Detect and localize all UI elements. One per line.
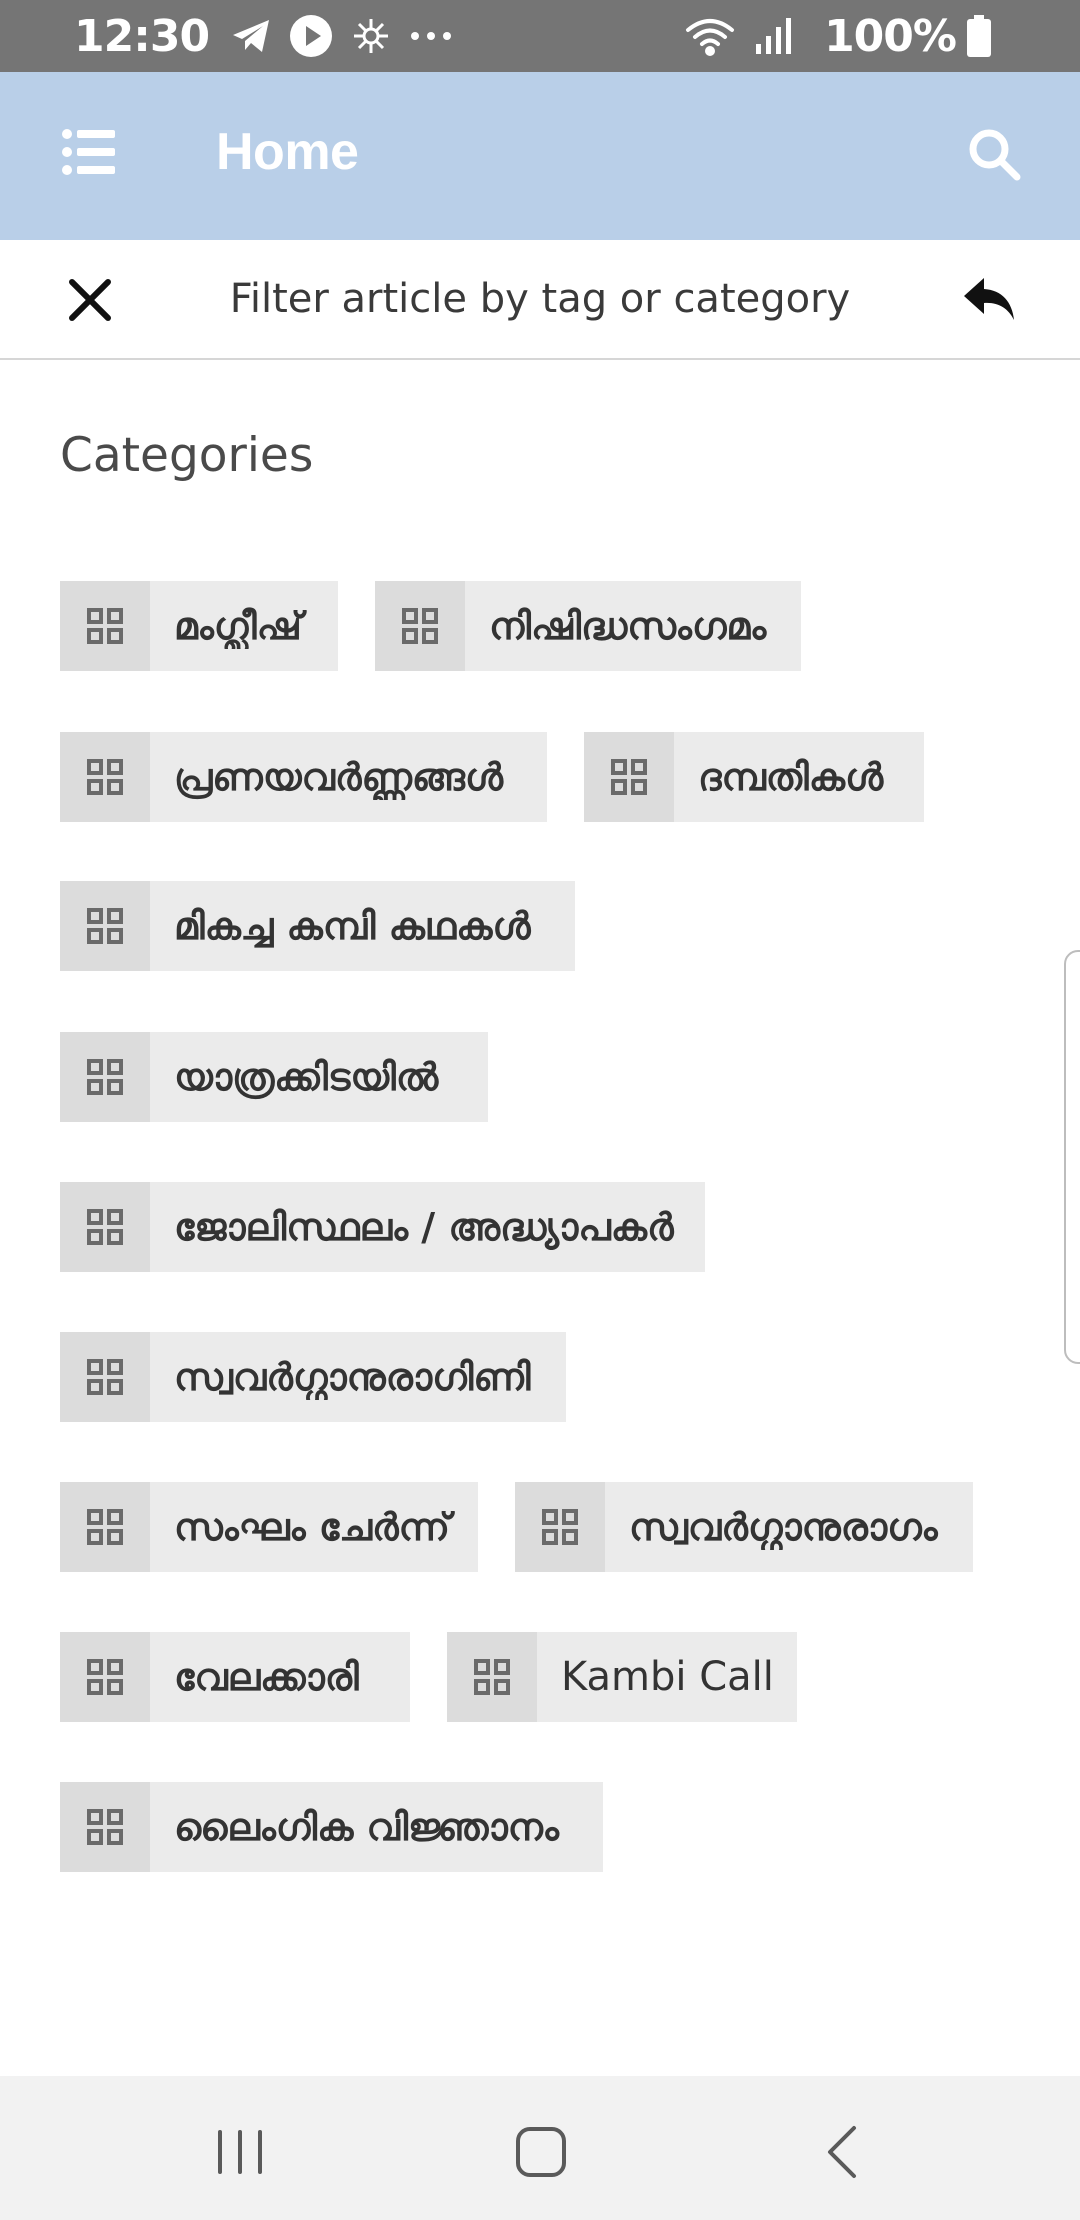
app-bar: Home — [0, 72, 1080, 240]
grid-icon — [60, 1032, 150, 1122]
grid-icon — [60, 1332, 150, 1422]
category-label: ലൈംഗിക വിജ്ഞാനം — [174, 1804, 559, 1849]
battery-icon — [966, 15, 992, 57]
category-label: മംഗ്ലീഷ് — [174, 603, 302, 648]
play-icon — [289, 14, 333, 58]
scroll-handle[interactable] — [1064, 950, 1080, 1364]
grid-icon — [60, 732, 150, 822]
home-icon[interactable] — [511, 2122, 571, 2182]
telegram-icon — [231, 18, 271, 54]
status-bar: 12:30 100% — [0, 0, 1080, 72]
category-chip[interactable]: സംഘം ചേർന്ന് — [60, 1482, 478, 1572]
battery-percent: 100% — [824, 10, 957, 62]
category-label: യാത്രക്കിടയിൽ — [174, 1054, 439, 1099]
category-label: ജോലിസ്ഥലം / അദ്ധ്യാപകർ — [174, 1204, 674, 1249]
navigation-bar — [0, 2076, 1080, 2220]
category-label: സ്വവർഗ്ഗാനുരാഗം — [629, 1504, 938, 1549]
category-label: സംഘം ചേർന്ന് — [174, 1504, 450, 1549]
grid-icon — [375, 581, 465, 671]
category-chip[interactable]: നിഷിദ്ധസംഗമം — [375, 581, 801, 671]
category-label: നിഷിദ്ധസംഗമം — [489, 603, 767, 648]
grid-icon — [60, 581, 150, 671]
category-label: വേലക്കാരി — [174, 1654, 359, 1699]
status-right: 100% — [684, 11, 1010, 62]
category-chip[interactable]: സ്വവർഗ്ഗാനുരാഗം — [515, 1482, 973, 1572]
category-chip[interactable]: യാത്രക്കിടയിൽ — [60, 1032, 488, 1122]
status-left: 12:30 — [74, 11, 471, 62]
filter-title: Filter article by tag or category — [229, 276, 851, 322]
category-chip[interactable]: ദമ്പതികൾ — [584, 732, 924, 822]
back-icon[interactable] — [812, 2122, 872, 2182]
wifi-icon — [684, 16, 736, 56]
grid-icon — [60, 1782, 150, 1872]
grid-icon — [60, 1632, 150, 1722]
recents-icon[interactable] — [210, 2122, 270, 2182]
grid-icon — [60, 1482, 150, 1572]
sparkle-icon — [351, 16, 391, 56]
category-chip[interactable]: മികച്ച കമ്പി കഥകൾ — [60, 881, 575, 971]
category-label: Kambi Call — [561, 1654, 774, 1700]
page-title: Home — [216, 123, 359, 181]
reply-icon[interactable] — [962, 274, 1018, 324]
filter-bar: Filter article by tag or category — [0, 240, 1080, 360]
grid-icon — [60, 1182, 150, 1272]
category-label: മികച്ച കമ്പി കഥകൾ — [174, 903, 531, 948]
search-icon[interactable] — [966, 126, 1022, 182]
grid-icon — [60, 881, 150, 971]
grid-icon — [584, 732, 674, 822]
category-chip[interactable]: സ്വവർഗ്ഗാനുരാഗിണി — [60, 1332, 566, 1422]
grid-icon — [447, 1632, 537, 1722]
status-time: 12:30 — [74, 10, 210, 62]
category-label: സ്വവർഗ്ഗാനുരാഗിണി — [174, 1354, 531, 1399]
category-label: പ്രണയവർണ്ണങ്ങൾ — [174, 754, 504, 799]
category-chip[interactable]: മംഗ്ലീഷ് — [60, 581, 338, 671]
category-chip[interactable]: ജോലിസ്ഥലം / അദ്ധ്യാപകർ — [60, 1182, 705, 1272]
category-chip[interactable]: ലൈംഗിക വിജ്ഞാനം — [60, 1782, 603, 1872]
category-chip[interactable]: Kambi Call — [447, 1632, 797, 1722]
signal-icon — [754, 16, 794, 56]
list-icon[interactable] — [62, 127, 118, 177]
grid-icon — [515, 1482, 605, 1572]
category-chip[interactable]: പ്രണയവർണ്ണങ്ങൾ — [60, 732, 547, 822]
categories-heading: Categories — [60, 428, 314, 483]
category-label: ദമ്പതികൾ — [698, 754, 884, 799]
category-chip[interactable]: വേലക്കാരി — [60, 1632, 410, 1722]
more-dots-icon — [409, 31, 453, 41]
